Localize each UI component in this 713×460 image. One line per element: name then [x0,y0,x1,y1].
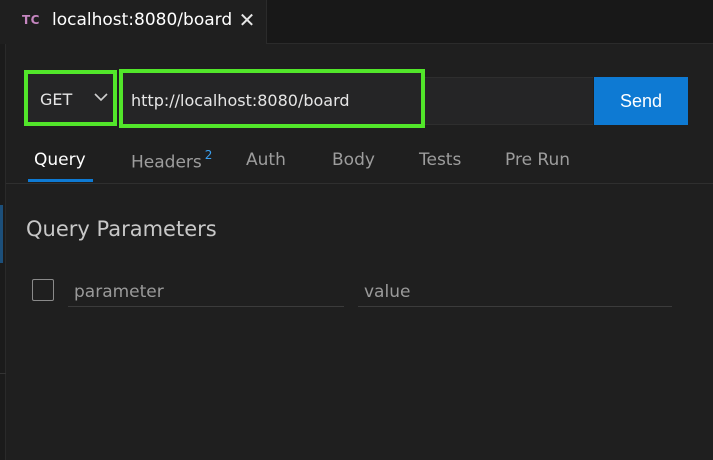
param-name-input[interactable] [68,277,344,307]
tab-strip-border [267,43,713,44]
tab-query-label: Query [34,150,86,170]
tab-query[interactable]: Query [34,150,86,170]
tab-title: localhost:8080/board [52,10,233,30]
tab-auth[interactable]: Auth [246,150,286,170]
tab-body-label: Body [332,150,375,170]
close-icon[interactable]: ✕ [236,8,258,32]
url-text: http://localhost:8080/board [131,91,350,110]
tab-headers-label: Headers [131,152,202,173]
editor-tab-strip: TC localhost:8080/board ✕ [0,0,713,44]
gutter-accent [0,205,3,263]
param-enable-checkbox[interactable] [32,279,54,301]
request-tabs: Query Headers 2 Auth Body Tests Pre Run [6,140,713,184]
tab-auth-label: Auth [246,150,286,170]
url-input[interactable]: http://localhost:8080/board [119,69,425,128]
thunder-client-request-view: TC localhost:8080/board ✕ GET http://loc… [0,0,713,460]
tab-tests[interactable]: Tests [419,150,461,170]
url-input-extension[interactable] [425,77,593,125]
headers-count-badge: 2 [204,148,213,162]
method-select[interactable]: GET [24,70,117,126]
param-value-input[interactable] [358,277,672,307]
thunder-client-icon: TC [22,13,40,27]
method-label: GET [40,90,73,109]
active-tab-indicator [28,179,93,182]
tab-pre-run-label: Pre Run [505,150,571,170]
editor-tab-board[interactable]: TC localhost:8080/board ✕ [0,0,267,44]
gutter-divider [0,373,6,374]
query-parameters-title: Query Parameters [26,217,217,241]
tab-body[interactable]: Body [332,150,375,170]
chevron-down-icon [94,93,108,102]
tab-tests-label: Tests [419,150,462,170]
tab-pre-run[interactable]: Pre Run [505,150,570,170]
tab-headers[interactable]: Headers 2 [131,148,213,173]
send-button[interactable]: Send [594,77,688,125]
